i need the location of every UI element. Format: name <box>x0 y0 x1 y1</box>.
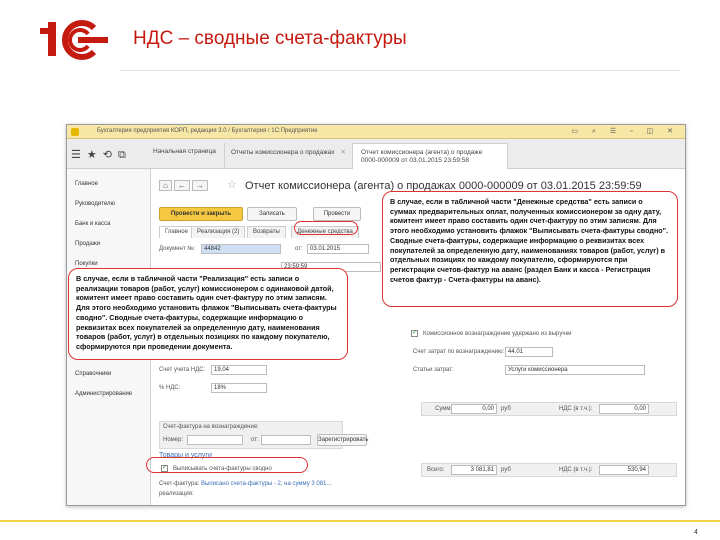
sidebar-item-sales[interactable]: Продажи <box>75 241 100 247</box>
tab-label: Отчет комиссионера (агента) о продаже <box>361 149 483 156</box>
realization-label: реализация: <box>159 491 194 497</box>
history-icon[interactable]: ⟲ <box>103 149 118 161</box>
menu-icon[interactable]: ☰ <box>71 149 87 161</box>
total-vat-value: 530,94 <box>599 465 649 475</box>
doc-no-input[interactable]: 44842 <box>201 244 281 254</box>
window-title: Бухгалтерия предприятия КОРП, редакция 3… <box>97 128 318 134</box>
issued-invoices-link[interactable]: Выписано счета-фактуры - 2, на сумму 3 0… <box>201 481 331 487</box>
number-label: Номер: <box>163 437 184 443</box>
from-label: от: <box>251 437 259 443</box>
sidebar-item-main[interactable]: Главное <box>75 181 98 187</box>
post-and-close-button[interactable]: Провести и закрыть <box>159 207 243 221</box>
sidebar-item-bank[interactable]: Банк и касса <box>75 221 110 227</box>
tab-home[interactable]: Начальная страница <box>145 143 225 169</box>
subtab-returns[interactable]: Возвраты <box>247 226 286 238</box>
vat-label: НДС (в т.ч.): <box>559 406 593 412</box>
close-icon[interactable]: ✕ <box>341 149 346 156</box>
tab-label: Отчеты комиссионера о продажах <box>231 149 335 156</box>
sidebar-item-manager[interactable]: Руководителю <box>75 201 115 207</box>
post-button[interactable]: Провести <box>313 207 361 221</box>
page-number: 4 <box>694 529 698 536</box>
invoice-label: Счет-фактура: <box>159 481 200 487</box>
cost-items-label: Статьи затрат: <box>413 367 454 373</box>
save-button[interactable]: Записать <box>247 207 297 221</box>
vat-rate-label: % НДС: <box>159 385 181 391</box>
sidebar-item-purchases[interactable]: Покупки <box>75 261 98 267</box>
star-icon[interactable]: ★ <box>87 149 103 161</box>
vat-account-label: Счет учета НДС: <box>159 367 206 373</box>
sum-currency: руб <box>501 406 511 412</box>
account-input[interactable]: 44.01 <box>505 347 553 357</box>
callout-realization: В случае, если в табличной части "Реализ… <box>68 268 348 360</box>
window-titlebar: Бухгалтерия предприятия КОРП, редакция 3… <box>67 125 685 139</box>
subtab-main[interactable]: Главное <box>159 226 194 238</box>
vat-rate-select[interactable]: 18% <box>211 383 267 393</box>
home-icon[interactable]: ⌂ <box>159 180 172 191</box>
total-value: 3 081,81 <box>451 465 497 475</box>
subtab-realization[interactable]: Реализация (2) <box>191 226 246 238</box>
highlight-cash-tab <box>294 221 358 235</box>
vat-account-input[interactable]: 19.04 <box>211 365 267 375</box>
invoice-reward-label: Счет-фактура на вознаграждение: <box>163 424 259 430</box>
back-icon[interactable]: ← <box>173 180 190 191</box>
sidebar-item-references[interactable]: Справочники <box>75 371 111 377</box>
sidebar-item-admin[interactable]: Администрирование <box>75 391 132 397</box>
total-currency: руб <box>501 467 511 473</box>
tab-sublabel: 0000-000009 от 03.01.2015 23:59:58 <box>361 157 470 165</box>
callout-cash: В случае, если в табличной части "Денежн… <box>382 191 678 307</box>
vat-value: 0,00 <box>599 404 649 414</box>
tab-label: Начальная страница <box>153 148 216 155</box>
header-divider <box>120 70 680 71</box>
forward-icon[interactable]: → <box>191 180 208 191</box>
date-label: от: <box>295 246 303 252</box>
nav-buttons: ⌂ ← → <box>159 180 210 191</box>
window-controls[interactable]: ▭ ⌕ ☰ ▫ ◫ ✕ <box>572 127 680 136</box>
total-vat-label: НДС (в т.ч.): <box>559 467 593 473</box>
invoice-date-input[interactable] <box>261 435 311 445</box>
cost-items-input[interactable]: Услуги комиссионера <box>505 365 645 375</box>
commission-withheld-label: Комиссионное вознаграждение удержано из … <box>423 331 572 337</box>
account-label: Счет затрат по вознаграждению: <box>413 349 505 355</box>
register-button[interactable]: Зарегистрировать <box>317 434 368 446</box>
toolbar-icons: ☰★⟲⧉ <box>71 148 132 162</box>
highlight-checkbox <box>146 457 308 473</box>
doc-no-label: Документ №: <box>159 246 196 252</box>
commission-withheld-checkbox[interactable]: ✓ <box>411 330 418 337</box>
tab-commission-reports[interactable]: Отчеты комиссионера о продажах ✕ <box>223 143 355 169</box>
brand-logo <box>40 20 108 60</box>
copy-icon[interactable]: ⧉ <box>118 149 132 161</box>
slide-title: НДС – сводные счета-фактуры <box>133 28 407 49</box>
tab-commission-report[interactable]: Отчет комиссионера (агента) о продаже 00… <box>352 143 508 169</box>
favorite-star-icon[interactable]: ☆ <box>227 178 237 191</box>
app-toolbar: ☰★⟲⧉ Начальная страница Отчеты комиссион… <box>67 139 685 169</box>
sum-value: 0,00 <box>451 404 497 414</box>
invoice-number-input[interactable] <box>187 435 243 445</box>
footer-divider <box>0 520 720 522</box>
total-label: Всего: <box>427 467 445 473</box>
date-input[interactable]: 03.01.2015 <box>307 244 369 254</box>
app-logo-icon <box>71 128 79 136</box>
slide-header: НДС – сводные счета-фактуры <box>0 0 720 80</box>
